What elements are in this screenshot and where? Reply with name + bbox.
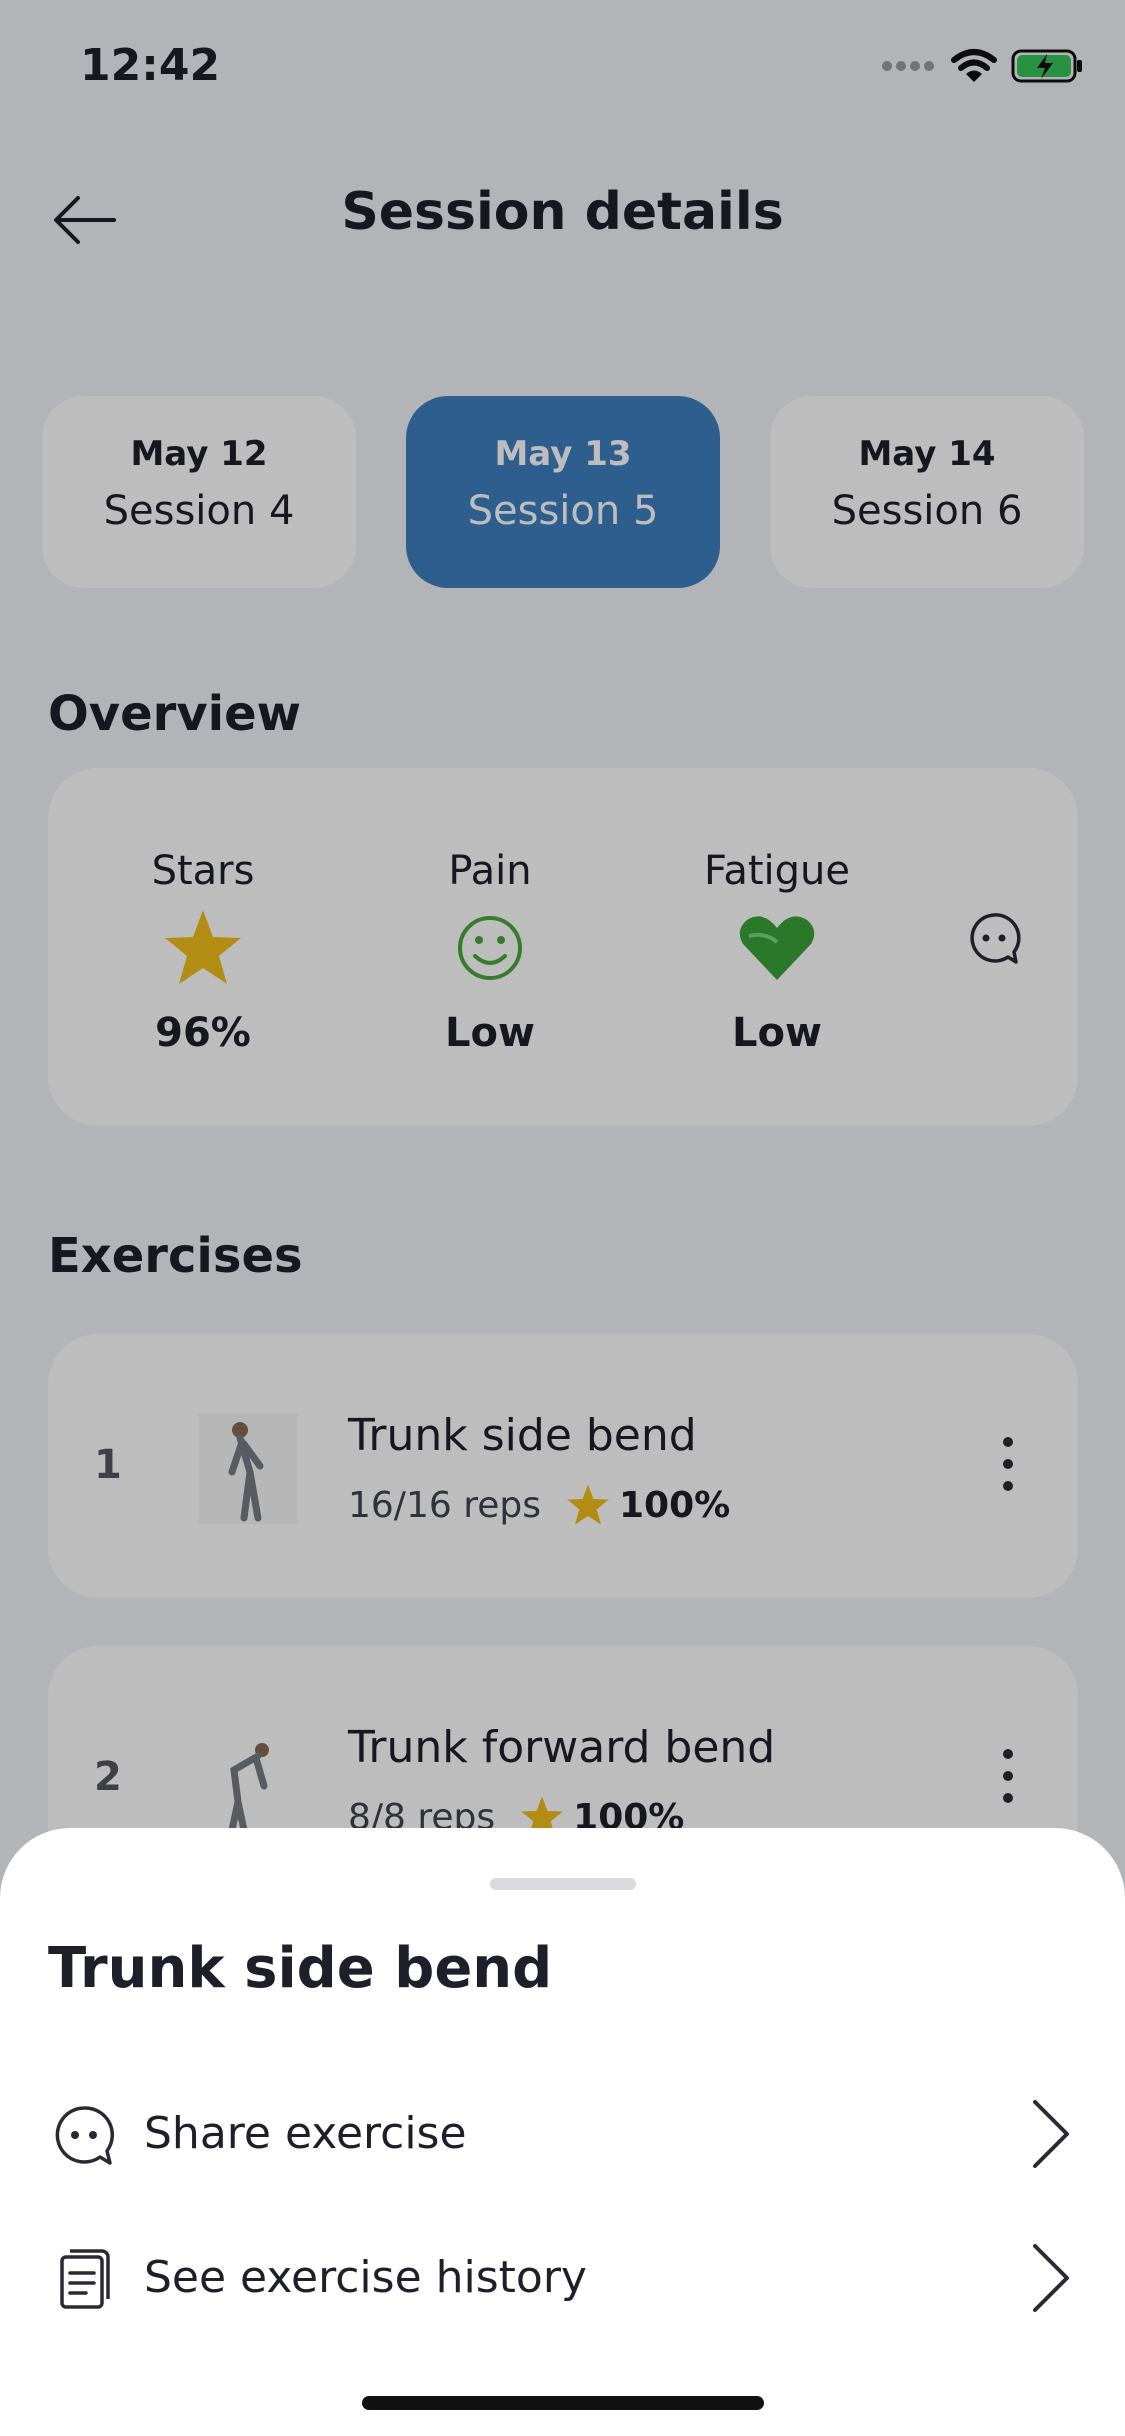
sheet-title: Trunk side bend	[48, 1936, 553, 2001]
home-indicator[interactable]	[362, 2396, 764, 2410]
session-details-screen: 12:42 Session details May 12 Session 4 M…	[0, 0, 1125, 2436]
exercise-history-row[interactable]: See exercise history	[0, 2222, 1125, 2332]
chevron-right-icon	[1033, 2100, 1069, 2168]
chevron-right-icon	[1033, 2244, 1069, 2312]
sheet-drag-handle[interactable]	[490, 1878, 636, 1890]
share-exercise-row[interactable]: Share exercise	[0, 2078, 1125, 2188]
share-exercise-label: Share exercise	[144, 2108, 467, 2159]
document-icon	[60, 2249, 110, 2309]
exercise-history-label: See exercise history	[144, 2252, 587, 2303]
exercise-actions-sheet: Trunk side bend Share exercise See exerc…	[0, 1828, 1125, 2436]
chat-icon	[55, 2106, 115, 2165]
